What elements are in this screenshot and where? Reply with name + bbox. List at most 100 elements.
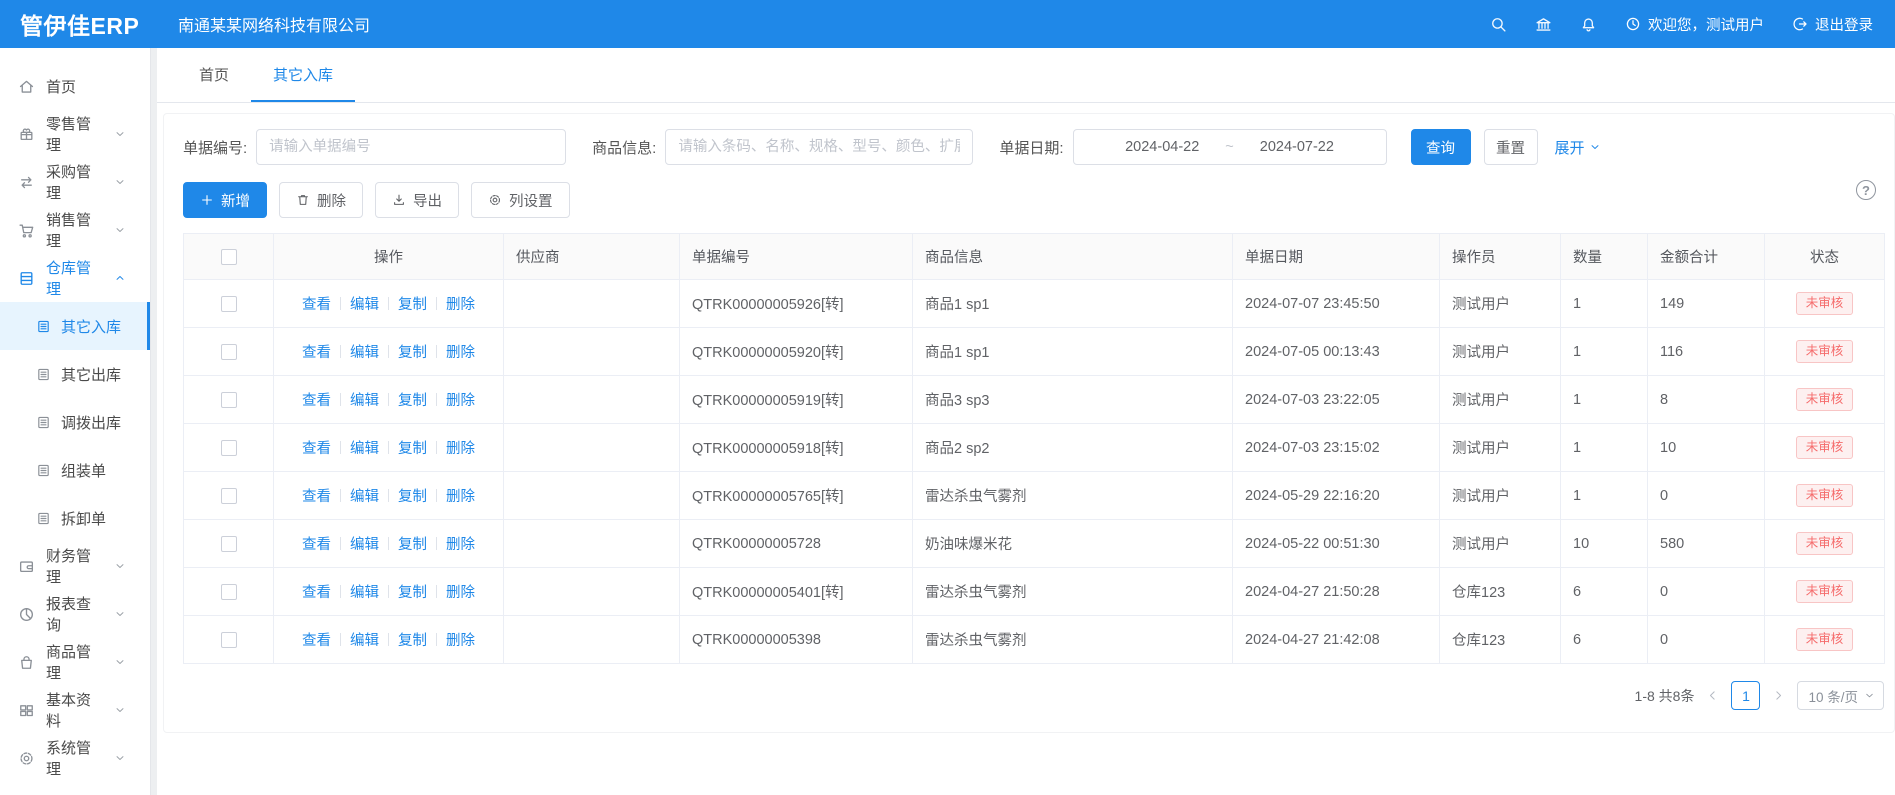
sidebar-item-basic-data[interactable]: 基本资料 [0, 686, 150, 734]
view-link[interactable]: 查看 [302, 533, 331, 554]
copy-link[interactable]: 复制 [398, 533, 427, 554]
sidebar-item-home[interactable]: 首页 [0, 62, 150, 110]
clock-icon [1625, 16, 1641, 32]
delete-link[interactable]: 删除 [446, 389, 475, 410]
delete-button[interactable]: 删除 [279, 182, 363, 218]
product-info-input[interactable] [665, 129, 973, 165]
delete-link[interactable]: 删除 [446, 533, 475, 554]
bill-no-cell: QTRK00000005920[转] [680, 328, 913, 376]
row-checkbox[interactable] [221, 488, 237, 504]
next-page-button[interactable] [1772, 689, 1785, 702]
row-checkbox[interactable] [221, 344, 237, 360]
user-menu[interactable]: 欢迎您，测试用户 [1625, 14, 1764, 35]
expand-link[interactable]: 展开 [1555, 137, 1601, 158]
home-icon [18, 78, 35, 95]
product-cell: 雷达杀虫气雾剂 [913, 472, 1233, 520]
row-checkbox[interactable] [221, 440, 237, 456]
logout-icon [1792, 16, 1808, 32]
view-link[interactable]: 查看 [302, 485, 331, 506]
sidebar-item-retail[interactable]: 零售管理 [0, 110, 150, 158]
copy-link[interactable]: 复制 [398, 293, 427, 314]
chevron-down-icon [1864, 690, 1875, 701]
view-link[interactable]: 查看 [302, 581, 331, 602]
edit-link[interactable]: 编辑 [350, 389, 379, 410]
sidebar-item-finance[interactable]: 财务管理 [0, 542, 150, 590]
row-checkbox[interactable] [221, 584, 237, 600]
edit-link[interactable]: 编辑 [350, 437, 379, 458]
row-checkbox[interactable] [221, 392, 237, 408]
sidebar-item-transfer-outbound[interactable]: 调拨出库 [0, 398, 150, 446]
edit-link[interactable]: 编辑 [350, 485, 379, 506]
page-size-select[interactable]: 10 条/页 [1797, 681, 1884, 710]
separator [340, 441, 341, 454]
tab-other-inbound[interactable]: 其它入库 [251, 48, 355, 102]
separator [388, 393, 389, 406]
supplier-cell [504, 424, 680, 472]
bill-no-cell: QTRK00000005926[转] [680, 280, 913, 328]
supplier-cell [504, 520, 680, 568]
operator-cell: 测试用户 [1440, 280, 1561, 328]
date-range-picker[interactable]: 2024-04-22 ~ 2024-07-22 [1073, 129, 1387, 165]
row-checkbox[interactable] [221, 296, 237, 312]
cart-icon [18, 222, 35, 239]
edit-link[interactable]: 编辑 [350, 581, 379, 602]
logout-button[interactable]: 退出登录 [1792, 14, 1873, 35]
delete-link[interactable]: 删除 [446, 437, 475, 458]
edit-link[interactable]: 编辑 [350, 341, 379, 362]
product-cell: 商品3 sp3 [913, 376, 1233, 424]
bill-no-cell: QTRK00000005918[转] [680, 424, 913, 472]
sidebar-item-purchase[interactable]: 采购管理 [0, 158, 150, 206]
view-link[interactable]: 查看 [302, 437, 331, 458]
help-icon[interactable]: ? [1856, 180, 1876, 200]
column-settings-button[interactable]: 列设置 [471, 182, 570, 218]
row-checkbox[interactable] [221, 536, 237, 552]
sidebar-item-sales[interactable]: 销售管理 [0, 206, 150, 254]
delete-link[interactable]: 删除 [446, 293, 475, 314]
delete-link[interactable]: 删除 [446, 629, 475, 650]
edit-link[interactable]: 编辑 [350, 629, 379, 650]
copy-link[interactable]: 复制 [398, 581, 427, 602]
view-link[interactable]: 查看 [302, 293, 331, 314]
copy-link[interactable]: 复制 [398, 341, 427, 362]
sidebar-item-assembly[interactable]: 组装单 [0, 446, 150, 494]
bank-icon[interactable] [1535, 16, 1552, 33]
separator [340, 633, 341, 646]
col-supplier: 供应商 [504, 234, 680, 280]
add-button[interactable]: 新增 [183, 182, 267, 218]
sidebar-item-products[interactable]: 商品管理 [0, 638, 150, 686]
row-checkbox[interactable] [221, 632, 237, 648]
export-button[interactable]: 导出 [375, 182, 459, 218]
qty-cell: 1 [1561, 328, 1648, 376]
edit-link[interactable]: 编辑 [350, 293, 379, 314]
view-link[interactable]: 查看 [302, 341, 331, 362]
edit-link[interactable]: 编辑 [350, 533, 379, 554]
reset-button[interactable]: 重置 [1484, 129, 1538, 165]
sidebar-item-warehouse[interactable]: 仓库管理 [0, 254, 150, 302]
current-page-button[interactable]: 1 [1731, 681, 1760, 710]
copy-link[interactable]: 复制 [398, 437, 427, 458]
prev-page-button[interactable] [1706, 689, 1719, 702]
document-icon [36, 367, 51, 382]
delete-link[interactable]: 删除 [446, 341, 475, 362]
filter-row: 单据编号: 商品信息: 单据日期: 2024-04-22 ~ 2024-07-2… [183, 129, 1876, 165]
sidebar-item-disassembly[interactable]: 拆卸单 [0, 494, 150, 542]
tab-home[interactable]: 首页 [177, 48, 251, 102]
view-link[interactable]: 查看 [302, 389, 331, 410]
delete-link[interactable]: 删除 [446, 485, 475, 506]
query-button[interactable]: 查询 [1411, 129, 1471, 165]
sidebar-item-other-inbound[interactable]: 其它入库 [0, 302, 150, 350]
sidebar-item-reports[interactable]: 报表查询 [0, 590, 150, 638]
sidebar-item-system[interactable]: 系统管理 [0, 734, 150, 782]
select-all-checkbox[interactable] [221, 249, 237, 265]
copy-link[interactable]: 复制 [398, 389, 427, 410]
bill-no-input[interactable] [256, 129, 566, 165]
view-link[interactable]: 查看 [302, 629, 331, 650]
amount-cell: 0 [1648, 568, 1765, 616]
sidebar-item-other-outbound[interactable]: 其它出库 [0, 350, 150, 398]
copy-link[interactable]: 复制 [398, 629, 427, 650]
copy-link[interactable]: 复制 [398, 485, 427, 506]
date-from: 2024-04-22 [1125, 139, 1199, 155]
delete-link[interactable]: 删除 [446, 581, 475, 602]
search-icon[interactable] [1490, 16, 1507, 33]
bell-icon[interactable] [1580, 16, 1597, 33]
